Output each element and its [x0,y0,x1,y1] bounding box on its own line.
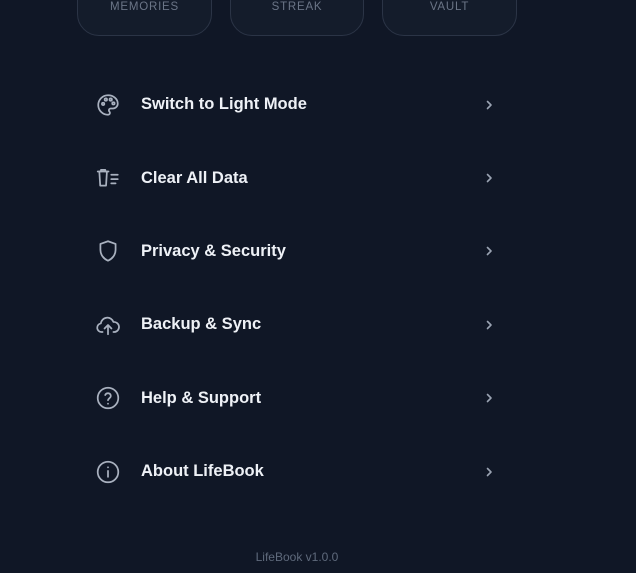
settings-item-privacy[interactable]: Privacy & Security [84,215,512,288]
settings-item-theme[interactable]: Switch to Light Mode [84,68,512,141]
chevron-right-icon [482,98,496,112]
stat-label: MEMORIES [109,1,179,13]
settings-list: Switch to Light Mode Clear All Data Priv… [84,68,512,508]
stat-card-memories[interactable]: MEMORIES [77,0,212,36]
stat-label: VAULT [429,1,470,13]
settings-item-label: Switch to Light Mode [141,95,307,114]
settings-item-backup[interactable]: Backup & Sync [84,288,512,361]
info-circle-icon [95,459,121,485]
settings-item-clear-data[interactable]: Clear All Data [84,141,512,214]
settings-item-label: Backup & Sync [141,315,262,334]
settings-item-label: About LifeBook [141,462,264,481]
trash-list-icon [95,165,121,191]
settings-item-label: Help & Support [141,388,262,407]
help-circle-icon [95,385,121,411]
shield-icon [95,238,121,264]
chevron-right-icon [482,318,496,332]
stat-card-streak[interactable]: STREAK [230,0,364,36]
settings-item-label: Privacy & Security [141,241,286,260]
stat-label: STREAK [271,1,323,13]
palette-icon [95,92,121,118]
app-version: LifeBook v1.0.0 [255,550,339,564]
settings-item-label: Clear All Data [141,168,248,187]
chevron-right-icon [482,465,496,479]
settings-item-about[interactable]: About LifeBook [84,435,512,508]
chevron-right-icon [482,171,496,185]
chevron-right-icon [482,391,496,405]
chevron-right-icon [482,244,496,258]
settings-item-help[interactable]: Help & Support [84,362,512,435]
cloud-upload-icon [95,312,121,338]
settings-screen: MEMORIES STREAK VAULT Switch to Light Mo… [0,0,636,573]
stat-card-vault[interactable]: VAULT [382,0,517,36]
